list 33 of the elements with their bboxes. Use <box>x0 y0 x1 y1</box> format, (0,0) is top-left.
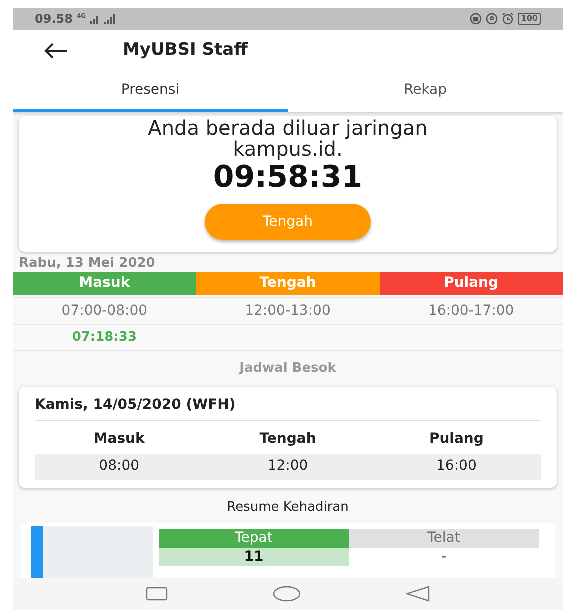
column-header: Masuk <box>94 430 145 448</box>
section-heading: Jadwal Besok <box>238 360 338 378</box>
time-window: 07:00-08:00 <box>62 300 148 322</box>
column-header: Tengah <box>260 430 316 448</box>
clock-display: 09:58:31 <box>213 160 363 196</box>
table-cell-text: 08:00 <box>99 457 140 476</box>
date-label: Rabu, 13 Mei 2020 <box>19 256 156 272</box>
table-cell-text: 12:00 <box>268 457 308 476</box>
column-header: Telat <box>349 529 539 548</box>
back-icon[interactable] <box>406 586 430 602</box>
table-cell-text: 16:00 <box>436 457 477 476</box>
checkin-time: 07:18:33 <box>72 328 137 347</box>
back-arrow-icon <box>44 43 68 59</box>
network-message: Anda berada diluar jaringan kampus.id. <box>147 118 429 160</box>
recents-icon[interactable] <box>146 587 168 601</box>
time-window: 12:00-13:00 <box>245 300 331 322</box>
session-header: Masuk <box>13 272 196 295</box>
column-header: Pulang <box>429 430 484 448</box>
status-time: 09.58 <box>35 11 73 28</box>
section-heading: Resume Kehadiran <box>226 498 350 516</box>
home-icon[interactable] <box>272 586 301 602</box>
battery-indicator: 100 <box>518 13 541 25</box>
tab[interactable]: Presensi <box>13 72 288 112</box>
table-cell: 11 <box>159 548 349 566</box>
alarm-icon <box>502 13 514 25</box>
session-header: Tengah <box>196 272 380 295</box>
signal-icon <box>90 14 116 24</box>
time-window: 16:00-17:00 <box>428 300 514 322</box>
schedule-date: Kamis, 14/05/2020 (WFH) <box>35 394 541 420</box>
tab[interactable]: Rekap <box>288 72 563 112</box>
column-header: Tepat <box>159 529 349 548</box>
app-title: MyUBSI Staff <box>123 39 248 62</box>
session-header: Pulang <box>380 272 563 295</box>
